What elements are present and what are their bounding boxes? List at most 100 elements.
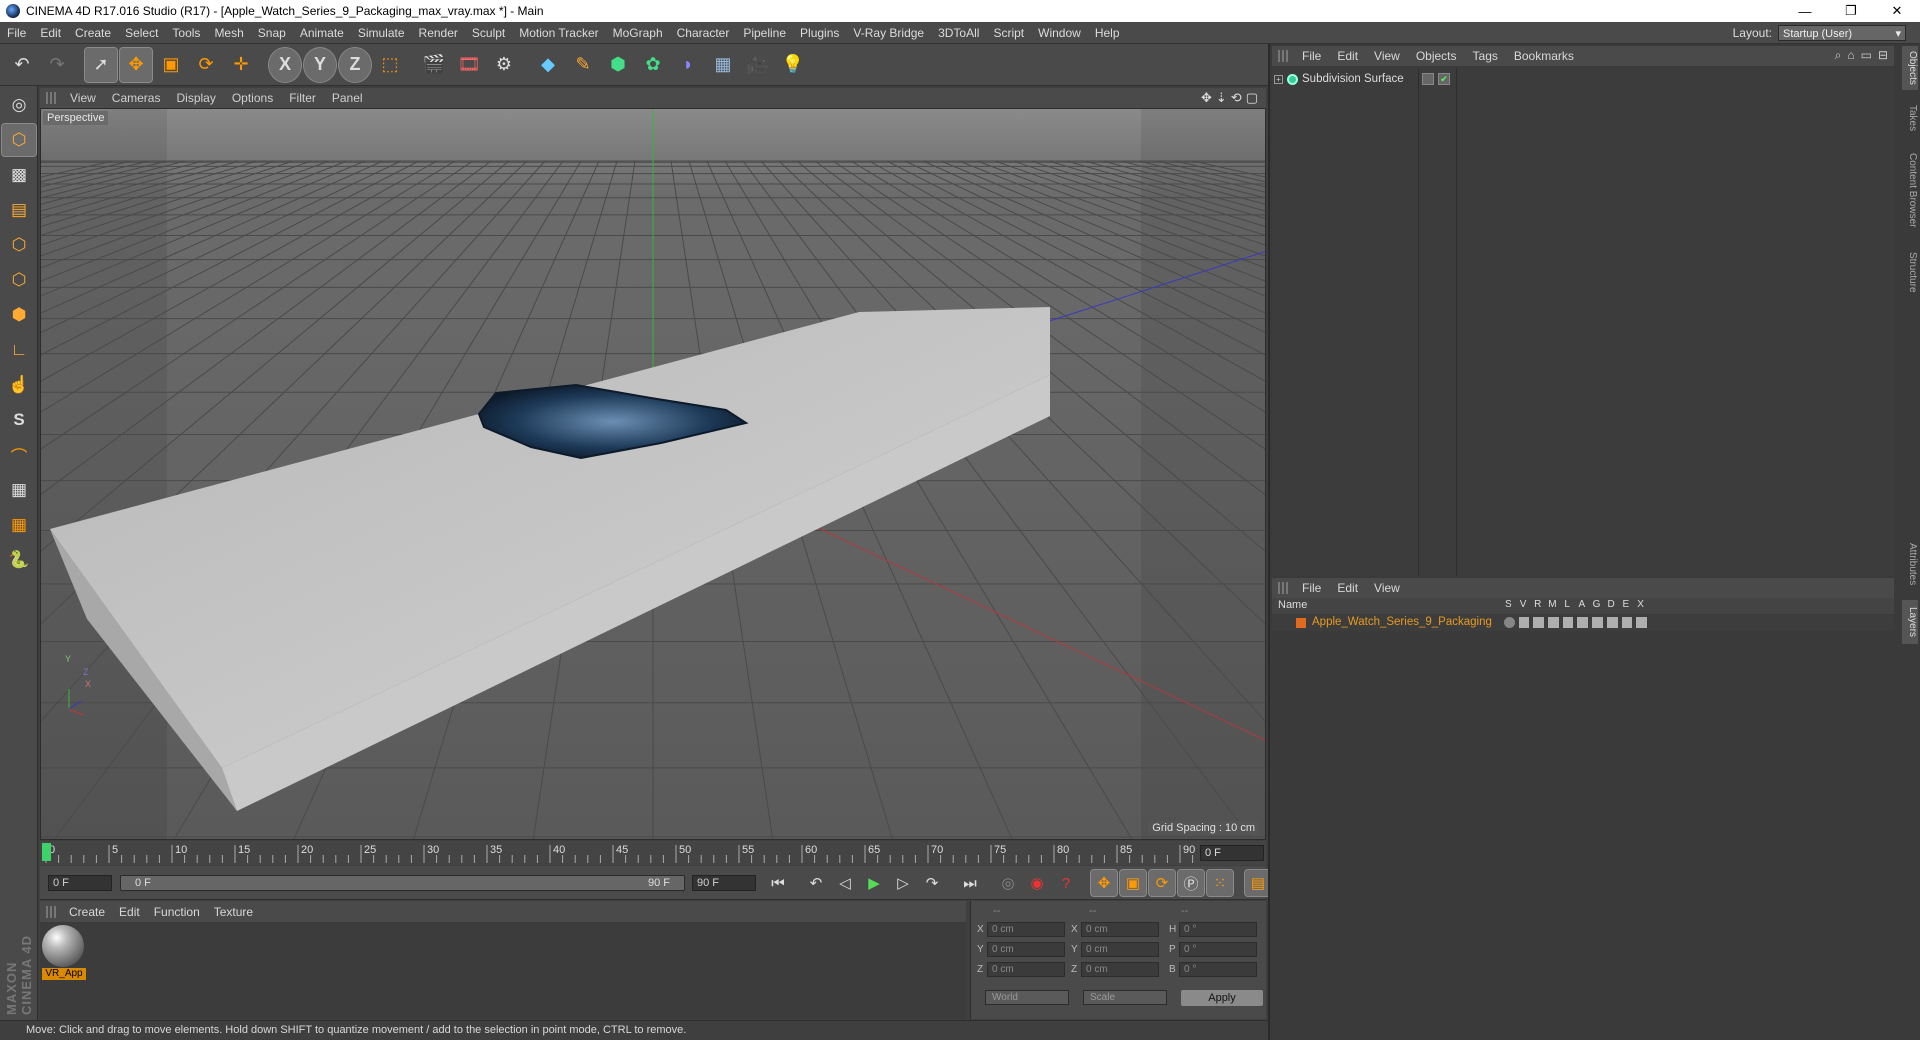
redo-icon[interactable]: ↷ (41, 48, 73, 82)
material-menu-texture[interactable]: Texture (207, 905, 260, 919)
layer-menu-edit[interactable]: Edit (1329, 581, 1366, 595)
snap-icon[interactable]: S (2, 404, 36, 436)
home-icon[interactable]: ⌂ (1847, 48, 1854, 63)
workplane-icon[interactable]: ▤ (2, 194, 36, 226)
model-mode-icon[interactable]: ◎ (2, 89, 36, 121)
layer-flag-a[interactable]: A (1574, 599, 1589, 610)
object-menu-file[interactable]: File (1294, 49, 1329, 63)
layer-flag-l[interactable]: L (1560, 599, 1575, 610)
coordinate-system-icon[interactable]: ⬚ (374, 48, 406, 82)
tweak-icon[interactable]: ☝ (2, 369, 36, 401)
end-frame-field[interactable]: 90 F (692, 875, 756, 891)
tab-structure[interactable]: Structure (1902, 244, 1918, 300)
layer-flag-s[interactable]: S (1501, 599, 1516, 610)
deformer-icon[interactable]: ◗ (672, 48, 704, 82)
viewport-pan-icon[interactable]: ✥ (1201, 90, 1212, 106)
expressions-icon[interactable] (1621, 617, 1633, 628)
enabled-check-icon[interactable]: ✔ (1438, 73, 1450, 85)
size-x-field[interactable]: 0 cm (1081, 922, 1159, 937)
viewport-dolly-icon[interactable]: ⇣ (1216, 90, 1227, 106)
workplane-lock-icon[interactable]: ▦ (2, 509, 36, 541)
panel-grip[interactable] (46, 92, 56, 104)
perspective-viewport[interactable]: Perspective Y X Z Grid Spacing : 10 cm (40, 108, 1266, 840)
menu-3dtoall[interactable]: 3DToAll (931, 26, 986, 40)
layer-flag-e[interactable]: E (1619, 599, 1634, 610)
object-menu-edit[interactable]: Edit (1329, 49, 1366, 63)
size-z-field[interactable]: 0 cm (1081, 962, 1159, 977)
coordinate-mode-dropdown[interactable]: World (985, 990, 1069, 1005)
key-parameter-icon[interactable]: Ⓟ (1177, 869, 1205, 897)
layer-menu-view[interactable]: View (1366, 581, 1408, 595)
material-menu-edit[interactable]: Edit (112, 905, 147, 919)
layer-flag-m[interactable]: M (1545, 599, 1560, 610)
points-mode-icon[interactable]: ⬡ (2, 229, 36, 261)
object-menu-objects[interactable]: Objects (1408, 49, 1465, 63)
lock-icon[interactable]: ▦ (2, 474, 36, 506)
layout-dropdown[interactable]: Startup (User) (1778, 25, 1906, 42)
layer-flag-r[interactable]: R (1530, 599, 1545, 610)
menu-motion-tracker[interactable]: Motion Tracker (512, 26, 605, 40)
tab-objects[interactable]: Objects (1902, 46, 1918, 90)
menu-file[interactable]: File (0, 26, 33, 40)
play-icon[interactable]: ▶ (861, 870, 887, 896)
viewport-toggle-icon[interactable]: ▢ (1246, 90, 1258, 106)
view-icon[interactable] (1518, 617, 1530, 628)
menu-help[interactable]: Help (1088, 26, 1127, 40)
cube-icon[interactable]: ◆ (532, 48, 564, 82)
tab-content-browser[interactable]: Content Browser (1902, 144, 1918, 236)
menu-create[interactable]: Create (68, 26, 118, 40)
xref-icon[interactable] (1636, 617, 1647, 628)
size-y-field[interactable]: 0 cm (1081, 942, 1159, 957)
object-menu-bookmarks[interactable]: Bookmarks (1506, 49, 1582, 63)
previous-frame-icon[interactable]: ◁ (832, 870, 858, 896)
menu-snap[interactable]: Snap (251, 26, 293, 40)
material-swatch[interactable]: VR_App (42, 925, 86, 983)
x-axis-icon[interactable]: X (268, 46, 302, 83)
previous-key-icon[interactable]: ↶ (803, 870, 829, 896)
cloner-icon[interactable]: ✿ (637, 48, 669, 82)
manager-icon[interactable] (1548, 617, 1559, 628)
key-position-icon[interactable]: ✥ (1090, 869, 1118, 897)
viewport-rotate-icon[interactable]: ⟲ (1231, 90, 1242, 106)
rotation-h-field[interactable]: 0 ° (1179, 922, 1257, 937)
go-to-start-icon[interactable]: ⏮ (765, 870, 791, 896)
object-row[interactable]: + Subdivision Surface ✔ (1274, 70, 1474, 88)
locked-icon[interactable] (1562, 617, 1574, 628)
render-view-icon[interactable]: 🎬 (418, 48, 450, 82)
polygons-mode-icon[interactable]: ⬢ (2, 299, 36, 331)
rotation-b-field[interactable]: 0 ° (1179, 962, 1257, 977)
material-menu-create[interactable]: Create (62, 905, 112, 919)
object-menu-view[interactable]: View (1366, 49, 1408, 63)
viewport-menu-cameras[interactable]: Cameras (104, 91, 169, 105)
expand-icon[interactable]: + (1274, 74, 1283, 84)
key-scale-icon[interactable]: ▣ (1119, 869, 1147, 897)
animation-icon[interactable] (1577, 617, 1589, 628)
playhead[interactable] (42, 843, 51, 861)
layer-flag-v[interactable]: V (1516, 599, 1531, 610)
rotate-icon[interactable]: ⟳ (190, 48, 222, 82)
menu-script[interactable]: Script (986, 26, 1031, 40)
editor-visibility-icon[interactable] (1422, 73, 1434, 85)
object-mode-icon[interactable]: ⬡ (1, 123, 37, 157)
menu-select[interactable]: Select (118, 26, 165, 40)
tab-attributes[interactable]: Attributes (1902, 532, 1918, 596)
position-x-field[interactable]: 0 cm (987, 922, 1065, 937)
pin-icon[interactable]: ⊟ (1878, 48, 1888, 63)
viewport-menu-display[interactable]: Display (168, 91, 223, 105)
autokey-icon[interactable]: ◉ (1024, 870, 1050, 896)
pen-icon[interactable]: ✎ (567, 48, 599, 82)
object-menu-tags[interactable]: Tags (1465, 49, 1506, 63)
move-icon[interactable]: ✥ (119, 46, 153, 83)
menu-simulate[interactable]: Simulate (351, 26, 412, 40)
undo-icon[interactable]: ↶ (6, 48, 38, 82)
layer-flag-g[interactable]: G (1589, 599, 1604, 610)
deformers-icon[interactable] (1606, 617, 1618, 628)
menu-mograph[interactable]: MoGraph (606, 26, 670, 40)
floor-icon[interactable]: ▦ (707, 48, 739, 82)
edges-mode-icon[interactable]: ⬡ (2, 264, 36, 296)
position-y-field[interactable]: 0 cm (987, 942, 1065, 957)
camera-icon[interactable]: 🎥 (742, 48, 774, 82)
key-pla-icon[interactable]: ⁙ (1206, 869, 1234, 897)
tab-takes[interactable]: Takes (1902, 100, 1918, 136)
axis-icon[interactable]: ∟ (2, 334, 36, 366)
